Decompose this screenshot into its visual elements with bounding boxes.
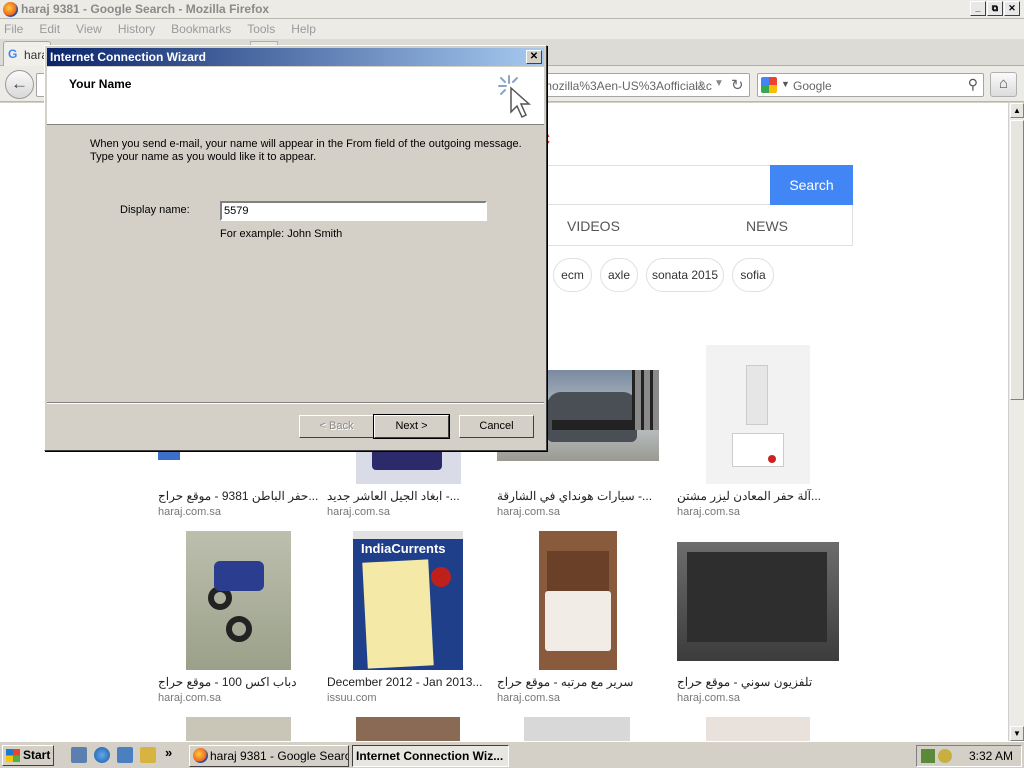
result-caption[interactable]: سرير مع مرتبه - موقع حراج <box>497 675 633 689</box>
firefox-icon <box>3 2 18 17</box>
chip-ecm[interactable]: ecm <box>553 258 592 292</box>
url-dropdown-icon[interactable]: ▼ <box>714 78 724 89</box>
page-scrollbar[interactable]: ▲ ▼ <box>1008 103 1024 741</box>
start-button[interactable]: Start <box>2 745 54 766</box>
network-icon[interactable] <box>921 749 935 763</box>
result-source: haraj.com.sa <box>677 692 740 704</box>
result-image[interactable] <box>706 345 810 484</box>
start-label: Start <box>23 748 51 762</box>
result-image[interactable] <box>677 542 839 661</box>
result-image[interactable] <box>706 717 810 741</box>
result-image[interactable] <box>524 717 630 741</box>
display-name-input[interactable]: 5579 <box>220 201 487 221</box>
firefox-taskbar-icon <box>193 748 208 763</box>
search-bar[interactable]: ▼ Google ⚲ <box>757 73 984 97</box>
google-engine-icon[interactable] <box>761 77 777 93</box>
result-source: haraj.com.sa <box>497 692 560 704</box>
connection-wizard-dialog: Internet Connection Wizard ✕ Your Name W… <box>44 45 547 451</box>
result-image[interactable] <box>186 531 291 670</box>
result-image[interactable] <box>539 531 617 670</box>
scroll-down-icon[interactable]: ▼ <box>1010 726 1024 741</box>
quicklaunch-chevron-icon[interactable]: » <box>165 745 172 760</box>
tab-news[interactable]: NEWS <box>746 218 788 234</box>
result-caption[interactable]: حفر الباطن 9381 - موقع حراج... <box>158 489 318 503</box>
search-placeholder: Google <box>793 79 832 93</box>
result-caption[interactable]: سيارات هونداي في الشارقة -... <box>497 489 652 503</box>
google-favicon-icon: G <box>8 47 18 61</box>
browser-title-bar: haraj 9381 - Google Search - Mozilla Fir… <box>0 0 1024 19</box>
taskbar-wizard-label: Internet Connection Wiz... <box>356 749 504 763</box>
outlook-express-icon[interactable] <box>117 747 133 763</box>
engine-dropdown-icon[interactable]: ▼ <box>781 79 790 89</box>
cancel-button[interactable]: Cancel <box>459 415 534 438</box>
taskbar-wizard-button[interactable]: Internet Connection Wiz... <box>352 745 509 767</box>
result-source: haraj.com.sa <box>677 506 740 518</box>
search-folder-icon[interactable] <box>140 747 156 763</box>
result-image[interactable] <box>356 448 461 484</box>
wizard-header: Your Name <box>47 67 544 125</box>
search-icon[interactable]: ⚲ <box>968 76 978 93</box>
result-source: haraj.com.sa <box>158 506 221 518</box>
result-source: haraj.com.sa <box>497 506 560 518</box>
back-arrow-icon[interactable]: ← <box>5 70 34 99</box>
chip-sofia[interactable]: sofia <box>732 258 774 292</box>
result-caption[interactable]: December 2012 - Jan 2013... <box>327 675 482 689</box>
result-source: haraj.com.sa <box>327 506 390 518</box>
internet-explorer-icon[interactable] <box>94 747 110 763</box>
display-name-label: Display name: <box>120 204 190 216</box>
menu-help[interactable]: Help <box>291 22 316 36</box>
menu-history[interactable]: History <box>118 22 155 36</box>
result-caption[interactable]: ابغاد الجيل العاشر جديد -... <box>327 489 460 503</box>
taskbar-firefox-label: haraj 9381 - Google Searc... <box>210 749 349 763</box>
tab-videos[interactable]: VIDEOS <box>567 218 620 234</box>
windows-logo-icon <box>6 749 20 762</box>
home-icon[interactable]: ⌂ <box>990 72 1017 97</box>
chip-axle[interactable]: axle <box>600 258 638 292</box>
chip-sonata-2015[interactable]: sonata 2015 <box>646 258 724 292</box>
menu-bookmarks[interactable]: Bookmarks <box>171 22 231 36</box>
reload-icon[interactable]: ↻ <box>731 76 744 94</box>
wizard-heading: Your Name <box>69 77 132 91</box>
wizard-title: Internet Connection Wizard <box>50 50 206 64</box>
next-button[interactable]: Next > <box>373 414 450 439</box>
tray-app-icon[interactable] <box>938 749 952 763</box>
wizard-description: When you send e-mail, your name will app… <box>90 138 522 163</box>
system-tray: 3:32 AM <box>916 745 1022 767</box>
page-search-button[interactable]: Search <box>770 165 853 205</box>
back-button[interactable]: < Back <box>299 415 374 438</box>
result-image[interactable] <box>356 717 460 741</box>
result-caption[interactable]: آلة حفر المعادن ليزر مشتن... <box>677 489 821 503</box>
click-cursor-icon <box>498 75 531 119</box>
menu-view[interactable]: View <box>76 22 102 36</box>
menu-file[interactable]: File <box>4 22 23 36</box>
minimize-button[interactable]: _ <box>970 1 986 16</box>
wizard-close-button[interactable]: ✕ <box>526 50 542 64</box>
magazine-title: IndiaCurrents <box>361 541 446 556</box>
close-button[interactable]: ✕ <box>1004 1 1020 16</box>
display-name-example: For example: John Smith <box>220 228 343 240</box>
result-image[interactable]: IndiaCurrents <box>353 531 463 670</box>
scroll-up-icon[interactable]: ▲ <box>1010 103 1024 118</box>
taskbar-firefox-button[interactable]: haraj 9381 - Google Searc... <box>189 745 349 767</box>
restore-button[interactable]: ⧉ <box>987 1 1003 16</box>
result-caption[interactable]: دباب اكس 100 - موقع حراج <box>158 675 297 689</box>
menu-edit[interactable]: Edit <box>39 22 60 36</box>
menu-tools[interactable]: Tools <box>247 22 275 36</box>
result-source: haraj.com.sa <box>158 692 221 704</box>
scroll-thumb[interactable] <box>1010 120 1024 400</box>
menu-bar: File Edit View History Bookmarks Tools H… <box>0 19 1024 39</box>
show-desktop-icon[interactable] <box>71 747 87 763</box>
result-image[interactable] <box>186 717 291 741</box>
browser-title: haraj 9381 - Google Search - Mozilla Fir… <box>21 2 270 16</box>
taskbar: Start » haraj 9381 - Google Searc... Int… <box>0 741 1024 768</box>
wizard-title-bar[interactable]: Internet Connection Wizard ✕ <box>47 48 544 66</box>
bookmark-star-icon[interactable]: ☆ <box>694 77 707 94</box>
wizard-separator <box>47 402 544 404</box>
result-caption[interactable]: تلفزيون سوني - موقع حراج <box>677 675 812 689</box>
clock: 3:32 AM <box>968 749 1013 763</box>
result-source: issuu.com <box>327 692 377 704</box>
url-text: mozilla%3Aen-US%3Aofficial&c <box>542 79 712 93</box>
